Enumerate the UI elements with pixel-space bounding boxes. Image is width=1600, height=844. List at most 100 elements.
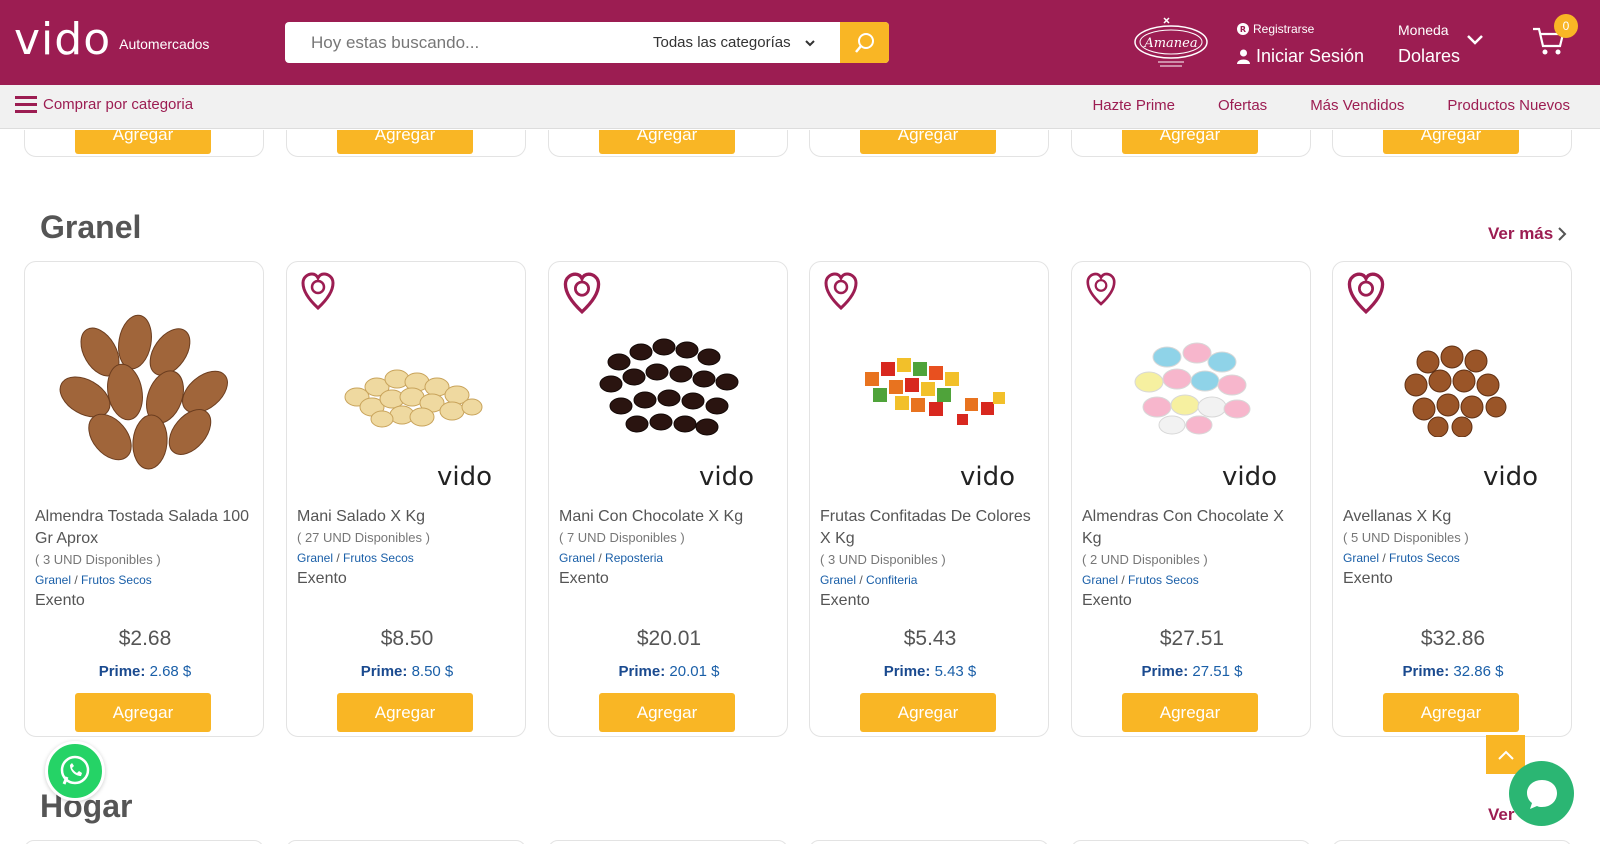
subcategory-link[interactable]: Frutos Secos: [343, 551, 414, 565]
product-name[interactable]: Almendra Tostada Salada 100 Gr Aprox: [35, 506, 260, 550]
currency-selector[interactable]: Dolares: [1398, 46, 1460, 67]
product-stock: ( 5 UND Disponibles ): [1343, 530, 1469, 545]
vido-watermark-text: vido: [437, 462, 493, 492]
add-to-cart-button[interactable]: Agregar: [860, 130, 996, 154]
category-menu-label: Comprar por categoria: [43, 95, 194, 113]
section-title: Granel: [40, 209, 142, 245]
product-categories: Granel / Frutos Secos: [1082, 573, 1199, 587]
product-name[interactable]: Mani Con Chocolate X Kg: [559, 506, 784, 528]
add-to-cart-button[interactable]: Agregar: [337, 130, 473, 154]
vido-watermark-text: vido: [1483, 462, 1539, 492]
category-link[interactable]: Granel: [1082, 573, 1118, 587]
product-image-peanuts[interactable]: [297, 282, 517, 492]
prime-value: 27.51 $: [1192, 663, 1243, 680]
register-link[interactable]: R Registrarse: [1237, 22, 1314, 36]
registered-icon: R: [1237, 23, 1249, 35]
product-name[interactable]: Almendras Con Chocolate X Kg: [1082, 506, 1307, 550]
product-info: Avellanas X Kg ( 5 UND Disponibles ) Gra…: [1343, 506, 1568, 590]
search-bar: Todas las categorías: [285, 22, 889, 63]
search-button[interactable]: [840, 22, 889, 63]
add-to-cart-button[interactable]: Agregar: [860, 693, 996, 732]
add-to-cart-button[interactable]: Agregar: [75, 693, 211, 732]
product-card-partial: [24, 840, 264, 844]
chevron-right-icon: [1558, 227, 1567, 241]
nav-link-productos-nuevos[interactable]: Productos Nuevos: [1447, 97, 1570, 114]
product-price: $27.51: [1159, 627, 1225, 650]
add-to-cart-button[interactable]: Agregar: [1383, 693, 1519, 732]
category-link[interactable]: Granel: [559, 551, 595, 565]
chevron-down-icon[interactable]: [1466, 34, 1484, 46]
add-to-cart-button[interactable]: Agregar: [1122, 130, 1258, 154]
prime-label: Prime:: [883, 663, 931, 680]
prime-price: Prime: 32.86 $: [1333, 663, 1573, 680]
candy-almonds-image: [1134, 342, 1251, 435]
peanuts-image: [344, 369, 483, 428]
product-info: Mani Con Chocolate X Kg ( 7 UND Disponib…: [559, 506, 784, 590]
product-image-candied-fruit[interactable]: [820, 282, 1040, 492]
product-categories: Granel / Frutos Secos: [1343, 551, 1460, 565]
product-card[interactable]: vido Almendras Con Chocolate X Kg ( 2 UN…: [1071, 261, 1311, 737]
subcategory-link[interactable]: Reposteria: [605, 551, 663, 565]
next-section-cards: [0, 838, 1600, 844]
product-image-chocolate-peanuts[interactable]: [559, 282, 779, 492]
prime-price: Prime: 8.50 $: [287, 663, 527, 680]
product-name[interactable]: Frutas Confitadas De Colores X Kg: [820, 506, 1045, 550]
product-tax-status: Exento: [297, 570, 347, 587]
product-info: Almendras Con Chocolate X Kg ( 2 UND Dis…: [1082, 506, 1307, 612]
add-to-cart-button[interactable]: Agregar: [599, 130, 735, 154]
nav-link-hazte-prime[interactable]: Hazte Prime: [1092, 97, 1175, 114]
vido-watermark: vido: [437, 462, 492, 492]
category-link[interactable]: Granel: [1343, 551, 1379, 565]
whatsapp-button[interactable]: [45, 741, 105, 801]
login-link[interactable]: Iniciar Sesión: [1237, 46, 1364, 67]
add-to-cart-button[interactable]: Agregar: [337, 693, 473, 732]
product-card[interactable]: Almendra Tostada Salada 100 Gr Aprox ( 3…: [24, 261, 264, 737]
product-name[interactable]: Mani Salado X Kg: [297, 506, 522, 528]
product-image-candy-almonds[interactable]: [1082, 282, 1302, 492]
add-to-cart-button[interactable]: Agregar: [1122, 693, 1258, 732]
category-select[interactable]: Todas las categorías: [645, 22, 825, 63]
see-more-label: Ver: [1488, 805, 1515, 824]
nav-link-ofertas[interactable]: Ofertas: [1218, 97, 1267, 114]
add-to-cart-button[interactable]: Agregar: [1383, 130, 1519, 154]
product-card[interactable]: vido Mani Salado X Kg ( 27 UND Disponibl…: [286, 261, 526, 737]
logo-subtitle: Automercados: [119, 36, 210, 52]
next-see-more-link[interactable]: Ver: [1488, 805, 1514, 825]
search-input[interactable]: [285, 22, 645, 63]
brand-badge-text: Amanea: [1143, 36, 1197, 51]
category-link[interactable]: Granel: [820, 573, 856, 587]
category-link[interactable]: Granel: [35, 573, 71, 587]
product-card[interactable]: vido Mani Con Chocolate X Kg ( 7 UND Dis…: [548, 261, 788, 737]
nav-link-mas-vendidos[interactable]: Más Vendidos: [1310, 97, 1404, 114]
product-card[interactable]: vido Frutas Confitadas De Colores X Kg (…: [809, 261, 1049, 737]
subcategory-link[interactable]: Frutos Secos: [1389, 551, 1460, 565]
subcategory-link[interactable]: Frutos Secos: [1128, 573, 1199, 587]
product-name[interactable]: Avellanas X Kg: [1343, 506, 1568, 528]
product-tax-status: Exento: [1343, 570, 1393, 587]
product-card-partial: [1332, 840, 1572, 844]
chevron-up-icon: [1497, 750, 1514, 760]
chat-button[interactable]: [1509, 761, 1574, 826]
subcategory-link[interactable]: Frutos Secos: [81, 573, 152, 587]
see-more-label: Ver más: [1488, 224, 1554, 243]
add-to-cart-button[interactable]: Agregar: [75, 130, 211, 154]
product-price: $20.01: [636, 627, 702, 650]
vido-watermark: vido: [1483, 462, 1538, 492]
product-stock: ( 3 UND Disponibles ): [35, 552, 161, 567]
product-card[interactable]: vido Avellanas X Kg ( 5 UND Disponibles …: [1332, 261, 1572, 737]
category-link[interactable]: Granel: [297, 551, 333, 565]
category-menu-button[interactable]: Comprar por categoria: [15, 94, 193, 114]
see-more-link[interactable]: Ver más: [1488, 224, 1567, 244]
prime-label: Prime:: [360, 663, 408, 680]
product-card-partial: [809, 840, 1049, 844]
brand-badge-logo[interactable]: Amanea: [1132, 14, 1210, 70]
site-logo[interactable]: vido Automercados: [14, 18, 210, 62]
add-to-cart-button[interactable]: Agregar: [599, 693, 735, 732]
chat-bubble-icon: [1526, 779, 1557, 809]
svg-text:R: R: [1240, 25, 1246, 34]
prime-label: Prime:: [98, 663, 146, 680]
prime-price: Prime: 5.43 $: [810, 663, 1050, 680]
product-image-hazelnuts[interactable]: [1343, 282, 1563, 492]
subcategory-link[interactable]: Confiteria: [866, 573, 917, 587]
product-image-almonds[interactable]: [35, 282, 255, 492]
